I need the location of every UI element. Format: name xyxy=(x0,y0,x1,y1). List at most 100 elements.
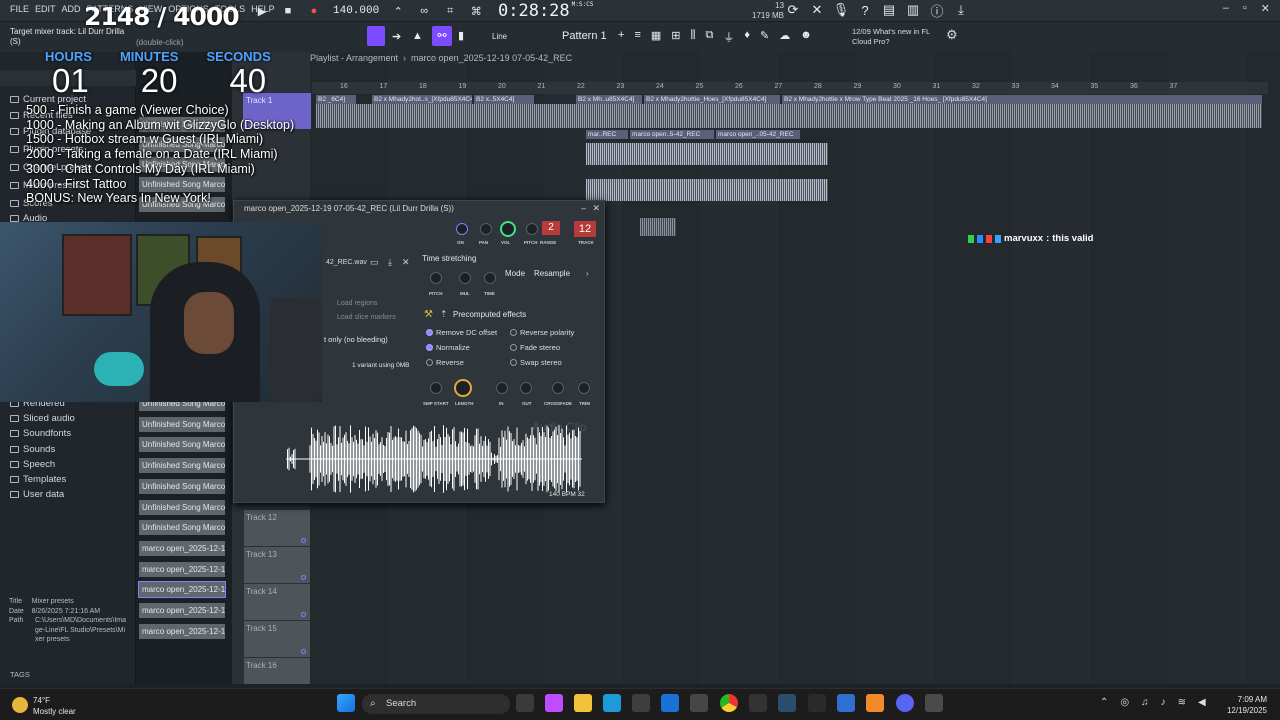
fade-out-knob[interactable] xyxy=(520,382,532,394)
channel-button[interactable]: Unfinished Song Marco_2... xyxy=(139,458,225,474)
browser-item-templates[interactable]: Templates xyxy=(10,474,66,485)
pin-icon[interactable]: ⤓ xyxy=(388,257,392,268)
mixer-view-icon[interactable]: ⫼ xyxy=(690,29,695,45)
length-knob[interactable] xyxy=(454,379,472,397)
bell-mute-icon[interactable]: ♫ xyxy=(1141,697,1149,708)
rec-clip-header[interactable]: mar..REC xyxy=(586,130,628,139)
edge-icon[interactable] xyxy=(603,694,621,712)
brush-icon[interactable]: ✎ xyxy=(760,29,769,45)
weather-widget[interactable]: 74°F Mostly clear xyxy=(33,695,76,717)
clip-header[interactable]: B2 x Mhady2hottie x Mrow Type Beat 2025 … xyxy=(782,95,1262,104)
fl-studio-icon[interactable] xyxy=(866,694,884,712)
clip-header[interactable]: B2 _6C4] xyxy=(316,95,356,104)
terminal-icon[interactable] xyxy=(749,694,767,712)
window-close-icon[interactable]: ✕ xyxy=(592,203,600,214)
stop-icon[interactable]: ■ xyxy=(281,4,295,18)
microphone-tray-icon[interactable]: ♪ xyxy=(1161,697,1166,708)
wifi-icon[interactable]: ≋ xyxy=(1178,697,1186,708)
channel-button[interactable]: Unfinished Song Marco_2... xyxy=(139,437,225,453)
store-icon[interactable] xyxy=(632,694,650,712)
file-explorer-icon[interactable] xyxy=(574,694,592,712)
pattern-selector[interactable]: Pattern 1 xyxy=(562,30,607,42)
rec-clip-header[interactable]: marco open_..05-42_REC xyxy=(716,130,800,139)
window-minimize-icon[interactable]: – xyxy=(581,203,586,213)
channel-button[interactable]: marco open_2025-12-19... xyxy=(138,581,226,599)
clip-header[interactable]: B2 x Mhady2hot..s_[Xfpdu85X4C4] xyxy=(372,95,472,104)
people-icon[interactable]: ☻ xyxy=(800,29,812,45)
volume-knob[interactable] xyxy=(500,221,516,237)
reverse-option[interactable]: Reverse xyxy=(426,358,464,367)
channel-button[interactable]: Unfinished Song Marco_2... xyxy=(139,416,225,432)
folder-open-icon[interactable]: ▭ xyxy=(370,257,379,268)
clear-icon[interactable]: ✕ xyxy=(402,257,410,268)
maximize-icon[interactable]: ▫ xyxy=(1243,2,1247,15)
browser-item-user-data[interactable]: User data xyxy=(10,489,64,500)
browser-item-speech[interactable]: Speech xyxy=(10,459,55,470)
outlook-icon[interactable] xyxy=(661,694,679,712)
notepad-icon[interactable] xyxy=(837,694,855,712)
browser-icon[interactable]: ⧉ xyxy=(706,29,714,45)
minimize-icon[interactable]: – xyxy=(1223,2,1229,15)
clip-waveform[interactable] xyxy=(316,104,1262,128)
remove-dc-offset-option[interactable]: Remove DC offset xyxy=(426,328,497,337)
track-header[interactable]: Track 14 xyxy=(244,584,310,620)
record-icon[interactable]: ● xyxy=(307,4,321,18)
menu-file[interactable]: FILE xyxy=(10,4,29,14)
close-icon[interactable]: ✕ xyxy=(1261,2,1270,15)
weather-icon[interactable] xyxy=(12,697,28,713)
channel-button[interactable]: Unfinished Song Marco_2... xyxy=(139,520,225,536)
track-mute-icon[interactable] xyxy=(301,649,306,654)
clip-header[interactable]: B2 x..5X4C4] xyxy=(474,95,534,104)
channel-button[interactable]: marco open_2025-12-19... xyxy=(139,540,225,556)
rec-clip-waveform[interactable] xyxy=(586,143,828,165)
discord-icon[interactable] xyxy=(896,694,914,712)
chevron-up-icon[interactable]: ⌃ xyxy=(1100,697,1108,708)
add-icon[interactable]: + xyxy=(618,29,624,45)
clip-header[interactable]: B2 x Mh..u85X4C4] xyxy=(576,95,642,104)
rec-clip-waveform[interactable] xyxy=(586,179,828,201)
track-header[interactable]: Track 13 xyxy=(244,547,310,583)
pan-knob[interactable] xyxy=(480,223,492,235)
reverse-polarity-option[interactable]: Reverse polarity xyxy=(510,328,574,337)
load-slice-markers-option[interactable]: Load slice markers xyxy=(337,314,396,321)
browser-item-sliced-audio[interactable]: Sliced audio xyxy=(10,413,75,424)
ts-time-knob[interactable] xyxy=(484,272,496,284)
tempo-display[interactable]: 140.000 xyxy=(333,5,379,17)
range-value[interactable]: 2 xyxy=(542,221,560,235)
save-icon[interactable]: ▤ xyxy=(882,2,896,18)
channel-button[interactable]: Unfinished Song Marco_2... xyxy=(139,499,225,515)
info-icon[interactable]: ⓘ xyxy=(930,2,944,19)
swap-stereo-option[interactable]: Swap stereo xyxy=(510,358,562,367)
microphone-icon[interactable]: 🎙 xyxy=(833,2,850,18)
tools-icon[interactable]: ♦ xyxy=(744,29,750,45)
network-icon[interactable]: ◎ xyxy=(1120,697,1129,708)
play-icon[interactable]: ▶ xyxy=(255,4,269,18)
capcut-icon[interactable] xyxy=(808,694,826,712)
obs-icon[interactable] xyxy=(925,694,943,712)
browser-item-sounds[interactable]: Sounds xyxy=(10,444,55,455)
timeline-ruler[interactable]: 16 17 18 19 20 21 22 23 24 25 26 27 28 29 30 31 32 33 34 35… xyxy=(312,82,1268,94)
plugin-icon[interactable]: ⏚ xyxy=(723,29,734,45)
chrome-icon[interactable] xyxy=(720,694,738,712)
track-header[interactable]: Track 15 xyxy=(244,621,310,657)
on-switch[interactable] xyxy=(456,223,468,235)
mode-dropdown[interactable]: Resample xyxy=(534,269,570,278)
countdown-icon[interactable]: ⌘ xyxy=(469,4,483,18)
rec-clip-waveform[interactable] xyxy=(640,218,676,236)
stamp-icon[interactable]: ▲ xyxy=(412,30,423,42)
menu-edit[interactable]: EDIT xyxy=(35,4,56,14)
channel-rack-icon[interactable]: ▦ xyxy=(651,29,661,45)
ts-pitch-knob[interactable] xyxy=(430,272,442,284)
track-mute-icon[interactable] xyxy=(301,575,306,580)
taskbar-search[interactable]: Search xyxy=(362,694,510,714)
bleeding-dropdown[interactable]: t only (no bleeding) xyxy=(324,335,388,344)
metronome-icon[interactable]: ⌃ xyxy=(391,4,405,18)
step-edit-icon[interactable]: ⌗ xyxy=(443,4,457,18)
track-mute-icon[interactable] xyxy=(301,538,306,543)
app-icon[interactable] xyxy=(690,694,708,712)
whats-new-panel[interactable]: 12/09 What's new in FL Cloud Pro? xyxy=(852,27,930,47)
channel-button[interactable]: marco open_2025-12-19... xyxy=(139,623,225,639)
trim-knob[interactable] xyxy=(578,382,590,394)
cloud-settings-icon[interactable]: ⚙ xyxy=(946,27,958,43)
normalize-option[interactable]: Normalize xyxy=(426,343,470,352)
